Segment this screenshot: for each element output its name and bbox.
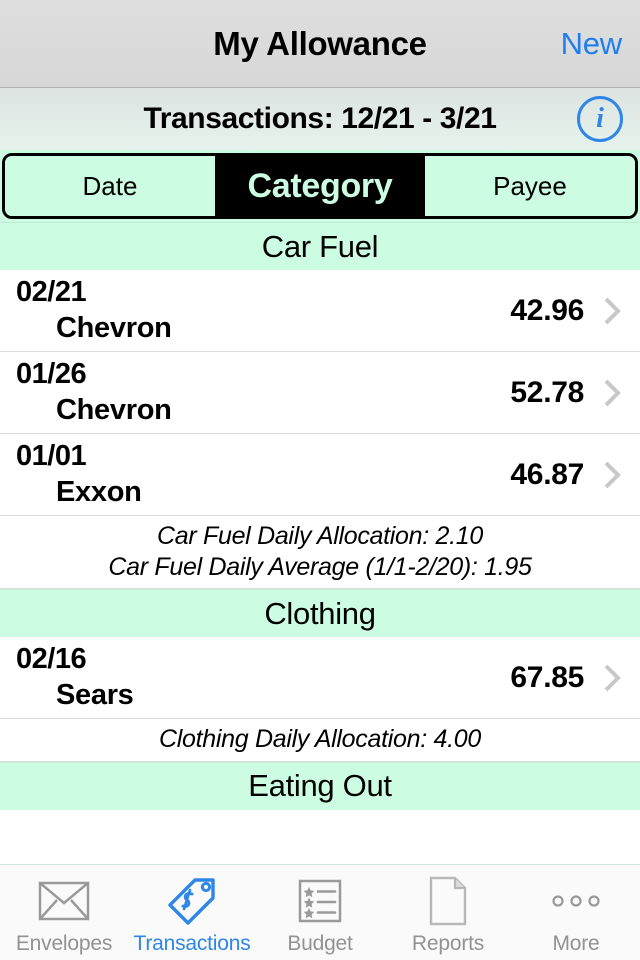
document-icon (428, 874, 468, 928)
navigation-bar: My Allowance New (0, 0, 640, 88)
tab-bar: Envelopes Transactions Budget Reports Mo… (0, 864, 640, 960)
transactions-list[interactable]: Car Fuel 02/21 Chevron 42.96 01/26 Chevr… (0, 222, 640, 864)
transaction-payee: Exxon (56, 476, 142, 508)
daily-average-text: Car Fuel Daily Average (1/1-2/20): 1.95 (108, 552, 532, 581)
transaction-amount: 52.78 (510, 375, 584, 409)
ellipsis-icon (551, 874, 601, 928)
transaction-date: 01/01 (16, 440, 87, 472)
transaction-payee: Chevron (56, 394, 172, 426)
envelope-icon (38, 874, 90, 928)
tab-transactions[interactable]: Transactions (128, 865, 256, 960)
tab-more[interactable]: More (512, 865, 640, 960)
transaction-amount: 46.87 (510, 457, 584, 491)
transactions-range-header: Transactions: 12/21 - 3/21 i (0, 88, 640, 150)
table-row[interactable]: 02/16 Sears 67.85 (0, 637, 640, 719)
daily-allocation-text: Clothing Daily Allocation: 4.00 (159, 725, 481, 753)
checklist-icon (297, 874, 343, 928)
chevron-right-icon[interactable] (604, 460, 622, 490)
tab-reports[interactable]: Reports (384, 865, 512, 960)
chevron-right-icon[interactable] (604, 663, 622, 693)
sort-segmented-control-container: Date Category Payee (0, 150, 640, 222)
table-row[interactable]: 02/21 Chevron 42.96 (0, 270, 640, 352)
segment-date[interactable]: Date (5, 156, 215, 216)
segment-payee[interactable]: Payee (425, 156, 635, 216)
section-header-clothing: Clothing (0, 589, 640, 637)
section-footer-car-fuel: Car Fuel Daily Allocation: 2.10 Car Fuel… (0, 516, 640, 589)
sort-segmented-control[interactable]: Date Category Payee (2, 153, 638, 219)
tab-label: Envelopes (15, 931, 113, 955)
new-button[interactable]: New (561, 26, 623, 62)
tab-label: Transactions (133, 931, 251, 955)
tab-label: Reports (411, 931, 485, 955)
segment-category[interactable]: Category (215, 156, 425, 216)
table-row[interactable]: 01/01 Exxon 46.87 (0, 434, 640, 516)
daily-allocation-text: Car Fuel Daily Allocation: 2.10 (156, 522, 484, 550)
table-row[interactable] (0, 809, 640, 828)
transaction-payee: Chevron (56, 312, 172, 344)
table-row[interactable]: 01/26 Chevron 52.78 (0, 352, 640, 434)
section-header-car-fuel: Car Fuel (0, 222, 640, 270)
transaction-date: 02/21 (16, 276, 87, 308)
section-header-eating-out: Eating Out (0, 761, 640, 810)
transaction-amount: 67.85 (510, 660, 584, 694)
transaction-date: 02/16 (16, 643, 87, 675)
section-footer-clothing: Clothing Daily Allocation: 4.00 (0, 719, 640, 762)
tab-label: More (552, 931, 600, 955)
tab-budget[interactable]: Budget (256, 865, 384, 960)
chevron-right-icon[interactable] (604, 296, 622, 326)
transactions-range-label: Transactions: 12/21 - 3/21 (143, 102, 497, 135)
info-circle-icon[interactable]: i (577, 96, 623, 142)
tab-label: Budget (287, 931, 353, 955)
tab-envelopes[interactable]: Envelopes (0, 865, 128, 960)
page-title: My Allowance (213, 24, 427, 62)
transaction-date: 01/26 (16, 358, 87, 390)
chevron-right-icon[interactable] (604, 378, 622, 408)
transaction-payee: Sears (56, 679, 134, 711)
price-tag-icon (166, 874, 218, 928)
app-screen: My Allowance New Transactions: 12/21 - 3… (0, 0, 640, 960)
transaction-amount: 42.96 (510, 293, 584, 327)
